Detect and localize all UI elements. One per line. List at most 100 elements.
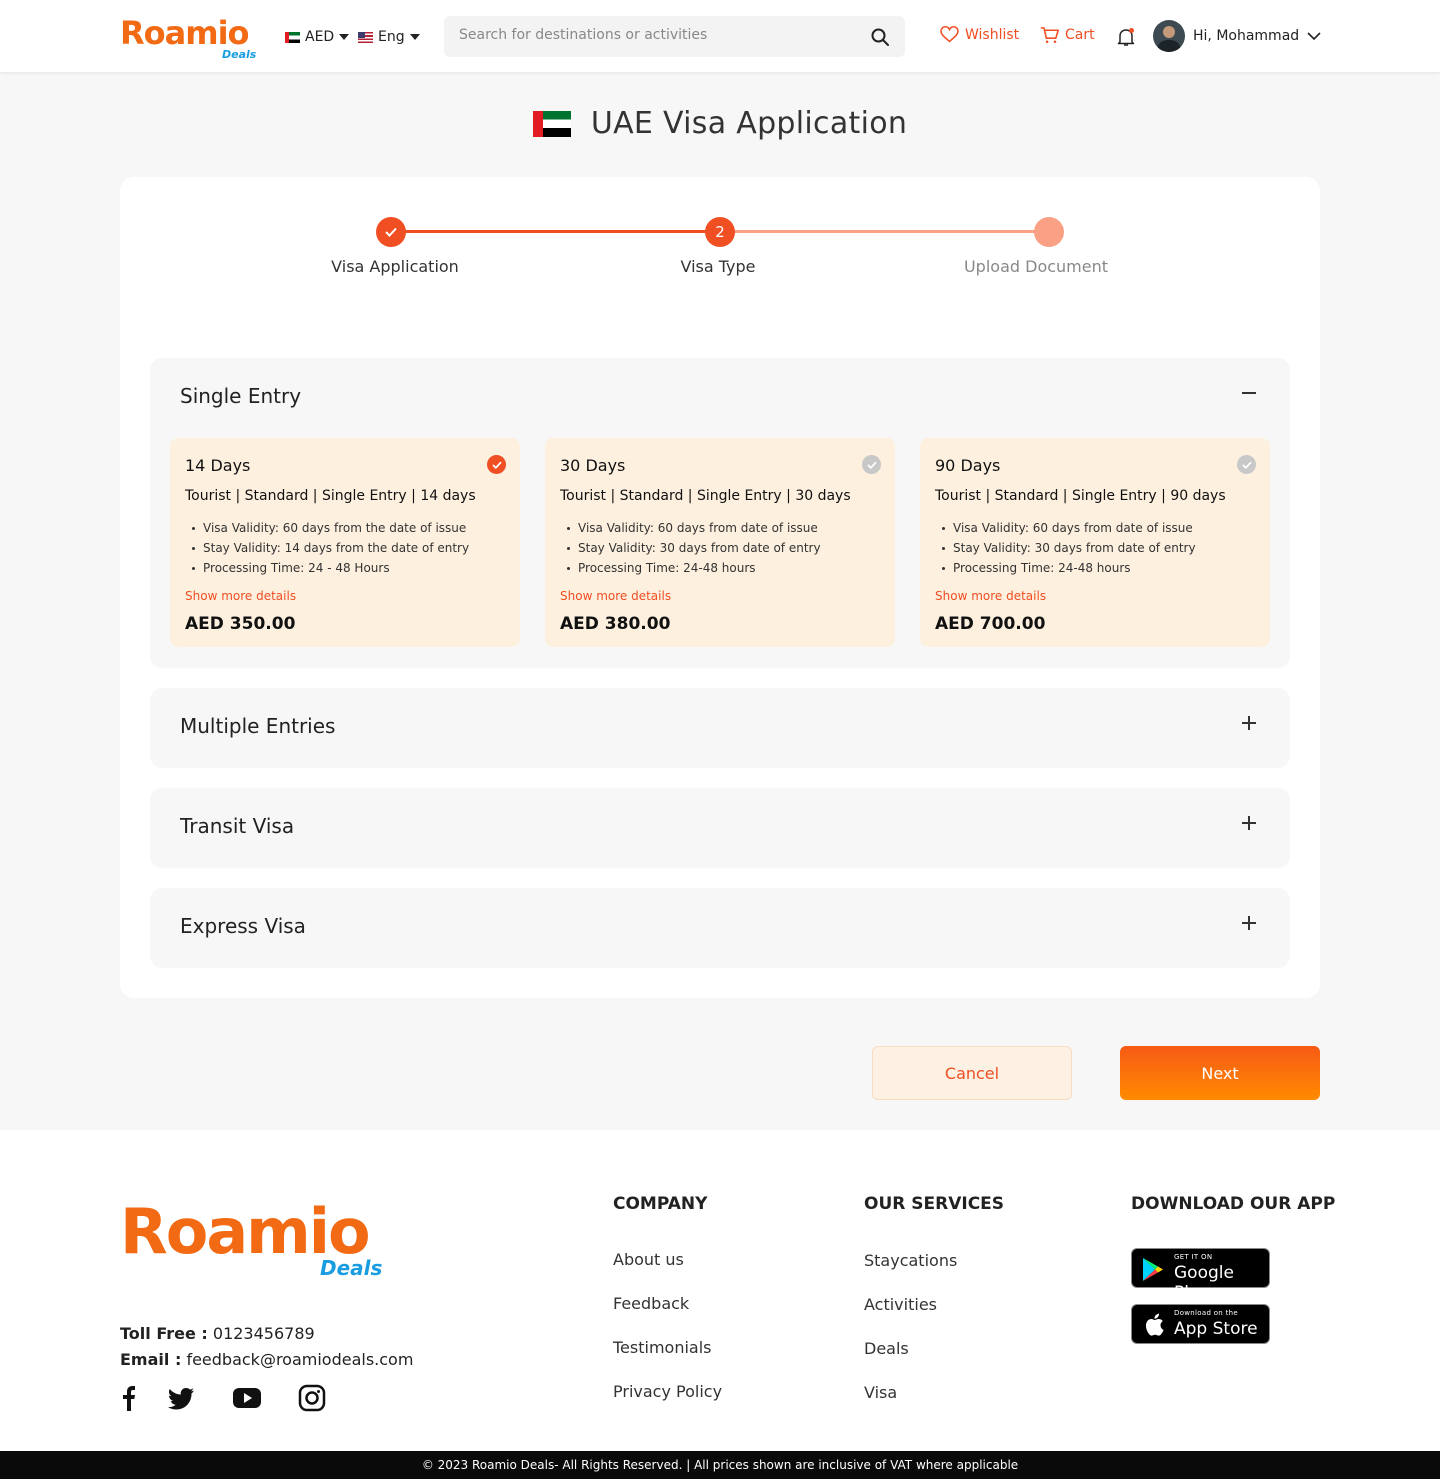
step-1-done-icon bbox=[376, 217, 406, 247]
us-flag-icon bbox=[358, 31, 373, 43]
currency-selector[interactable]: AED bbox=[285, 27, 350, 47]
top-header: Roamio Deals AED Eng Search for destinat… bbox=[0, 0, 1440, 72]
wishlist-link[interactable]: Wishlist bbox=[940, 26, 1019, 43]
step-2-number: 2 bbox=[705, 217, 735, 247]
user-menu[interactable]: Hi, Mohammad bbox=[1153, 20, 1321, 52]
detail-stay-validity: Stay Validity: 30 days from date of entr… bbox=[935, 538, 1196, 558]
option-details: Visa Validity: 60 days from the date of … bbox=[185, 518, 469, 578]
language-selector[interactable]: Eng bbox=[358, 27, 420, 47]
expand-plus-icon[interactable] bbox=[1242, 816, 1256, 830]
panel-multiple-entries[interactable]: Multiple Entries bbox=[150, 688, 1290, 768]
panel-title-multiple-entries: Multiple Entries bbox=[180, 714, 336, 738]
search-bar[interactable]: Search for destinations or activities bbox=[444, 16, 905, 57]
footer-logo[interactable]: Roamio Deals bbox=[120, 1192, 400, 1282]
page-title: UAE Visa Application bbox=[590, 106, 908, 141]
visa-application-card: 2 Visa Application Visa Type Upload Docu… bbox=[120, 177, 1320, 998]
email-label: Email : bbox=[120, 1350, 182, 1369]
stepper-track-pending bbox=[720, 230, 1049, 233]
panel-title-single-entry[interactable]: Single Entry bbox=[180, 384, 301, 408]
google-play-small: GET IT ON bbox=[1174, 1253, 1213, 1261]
detail-visa-validity: Visa Validity: 60 days from date of issu… bbox=[935, 518, 1196, 538]
footer-link-activities[interactable]: Activities bbox=[864, 1295, 937, 1314]
notification-bell-icon[interactable] bbox=[1116, 27, 1136, 47]
detail-processing-time: Processing Time: 24 - 48 Hours bbox=[185, 558, 469, 578]
footer-company-heading: COMPANY bbox=[613, 1194, 708, 1214]
youtube-icon[interactable] bbox=[233, 1384, 261, 1412]
google-play-big: Google Play bbox=[1174, 1263, 1234, 1303]
check-unselected-icon bbox=[862, 455, 881, 474]
footer-services-heading: OUR SERVICES bbox=[864, 1194, 1005, 1214]
option-price: AED 700.00 bbox=[935, 614, 1046, 634]
chevron-down-icon bbox=[1307, 31, 1321, 40]
option-name: 14 Days bbox=[185, 456, 251, 475]
app-store-button[interactable]: Download on the App Store bbox=[1131, 1304, 1270, 1344]
email-address[interactable]: feedback@roamiodeals.com bbox=[186, 1350, 413, 1369]
search-input[interactable]: Search for destinations or activities bbox=[459, 27, 707, 43]
step-label-visa-type[interactable]: Visa Type bbox=[598, 257, 838, 276]
expand-plus-icon[interactable] bbox=[1242, 916, 1256, 930]
instagram-icon[interactable] bbox=[298, 1384, 326, 1412]
option-price: AED 380.00 bbox=[560, 614, 671, 634]
check-unselected-icon bbox=[1237, 455, 1256, 474]
option-details: Visa Validity: 60 days from date of issu… bbox=[935, 518, 1196, 578]
next-button[interactable]: Next bbox=[1120, 1046, 1320, 1100]
uae-flag-icon bbox=[532, 110, 571, 137]
detail-visa-validity: Visa Validity: 60 days from the date of … bbox=[185, 518, 469, 538]
visa-option-14-days[interactable]: 14 Days Tourist | Standard | Single Entr… bbox=[170, 438, 520, 647]
twitter-icon[interactable] bbox=[168, 1384, 196, 1412]
google-play-button[interactable]: GET IT ON Google Play bbox=[1131, 1248, 1270, 1303]
currency-value: AED bbox=[305, 29, 335, 45]
language-value: Eng bbox=[378, 29, 405, 45]
visa-option-90-days[interactable]: 90 Days Tourist | Standard | Single Entr… bbox=[920, 438, 1270, 647]
apple-icon bbox=[1145, 1313, 1164, 1336]
user-greeting: Hi, Mohammad bbox=[1193, 28, 1300, 44]
option-subtitle: Tourist | Standard | Single Entry | 14 d… bbox=[185, 488, 476, 504]
show-more-details-link[interactable]: Show more details bbox=[560, 589, 671, 603]
detail-processing-time: Processing Time: 24-48 hours bbox=[560, 558, 821, 578]
footer-link-feedback[interactable]: Feedback bbox=[613, 1294, 689, 1313]
option-name: 30 Days bbox=[560, 456, 626, 475]
visa-option-30-days[interactable]: 30 Days Tourist | Standard | Single Entr… bbox=[545, 438, 895, 647]
cancel-button[interactable]: Cancel bbox=[872, 1046, 1072, 1100]
check-selected-icon bbox=[487, 455, 506, 474]
stepper-track-done bbox=[391, 230, 720, 233]
caret-down-icon bbox=[409, 34, 420, 40]
show-more-details-link[interactable]: Show more details bbox=[935, 589, 1046, 603]
roamio-logo[interactable]: Roamio Deals bbox=[120, 12, 260, 62]
logo-sub: Deals bbox=[222, 48, 257, 61]
panel-title-express-visa: Express Visa bbox=[180, 914, 306, 938]
footer-email: Email : feedback@roamiodeals.com bbox=[120, 1350, 413, 1369]
detail-stay-validity: Stay Validity: 30 days from date of entr… bbox=[560, 538, 821, 558]
option-subtitle: Tourist | Standard | Single Entry | 90 d… bbox=[935, 488, 1226, 504]
footer-link-privacy-policy[interactable]: Privacy Policy bbox=[613, 1382, 722, 1401]
panel-transit-visa[interactable]: Transit Visa bbox=[150, 788, 1290, 868]
step-label-upload-document: Upload Document bbox=[963, 257, 1109, 276]
app-store-small: Download on the bbox=[1174, 1309, 1238, 1317]
cart-link[interactable]: Cart bbox=[1040, 26, 1095, 44]
wishlist-label: Wishlist bbox=[965, 26, 1020, 43]
toll-free-label: Toll Free : bbox=[120, 1324, 208, 1343]
uae-flag-icon bbox=[285, 31, 300, 43]
footer-link-visa[interactable]: Visa bbox=[864, 1383, 897, 1402]
step-label-visa-application[interactable]: Visa Application bbox=[275, 257, 515, 276]
search-icon[interactable] bbox=[871, 28, 889, 46]
footer-link-testimonials[interactable]: Testimonials bbox=[613, 1338, 712, 1357]
option-price: AED 350.00 bbox=[185, 614, 296, 634]
app-store-big: App Store bbox=[1174, 1319, 1258, 1339]
collapse-icon[interactable] bbox=[1242, 386, 1256, 400]
footer-link-about-us[interactable]: About us bbox=[613, 1250, 684, 1269]
caret-down-icon bbox=[339, 34, 350, 40]
panel-single-entry: Single Entry 14 Days Tourist | Standard … bbox=[150, 358, 1290, 668]
toll-free-number[interactable]: 0123456789 bbox=[213, 1324, 315, 1343]
show-more-details-link[interactable]: Show more details bbox=[185, 589, 296, 603]
detail-processing-time: Processing Time: 24-48 hours bbox=[935, 558, 1196, 578]
facebook-icon[interactable] bbox=[116, 1384, 144, 1412]
footer-link-staycations[interactable]: Staycations bbox=[864, 1251, 957, 1270]
footer-logo-sub: Deals bbox=[320, 1256, 383, 1280]
expand-plus-icon[interactable] bbox=[1242, 716, 1256, 730]
detail-stay-validity: Stay Validity: 14 days from the date of … bbox=[185, 538, 469, 558]
footer-app-heading: DOWNLOAD OUR APP bbox=[1131, 1194, 1336, 1214]
footer-link-deals[interactable]: Deals bbox=[864, 1339, 909, 1358]
page-title-row: UAE Visa Application bbox=[0, 106, 1440, 141]
panel-express-visa[interactable]: Express Visa bbox=[150, 888, 1290, 968]
